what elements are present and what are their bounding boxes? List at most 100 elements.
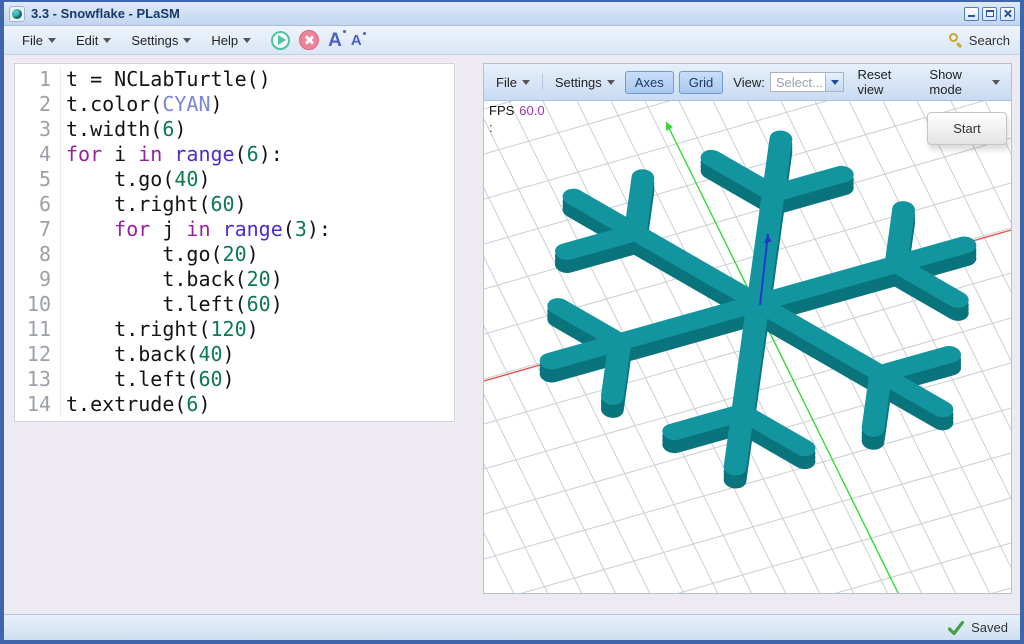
code-text: t.go(40) (61, 167, 211, 192)
window-title: 3.3 - Snowflake - PLaSM (31, 6, 180, 21)
grid-line (484, 101, 518, 593)
line-number: 3 (15, 117, 61, 142)
code-text: t.back(40) (61, 342, 235, 367)
maximize-button[interactable] (982, 7, 997, 21)
grid-line (917, 101, 1011, 593)
code-text: t.color(CYAN) (61, 92, 223, 117)
code-line[interactable]: 3t.width(6) (15, 117, 454, 142)
chevron-down-icon (992, 80, 1000, 85)
close-icon (1003, 9, 1012, 18)
code-text: for i in range(6): (61, 142, 283, 167)
close-button[interactable] (1000, 7, 1015, 21)
fps-sub-readout: : (489, 120, 493, 135)
code-line[interactable]: 4for i in range(6): (15, 142, 454, 167)
code-text: t.go(20) (61, 242, 259, 267)
line-number: 2 (15, 92, 61, 117)
code-line[interactable]: 6 t.right(60) (15, 192, 454, 217)
code-text: for j in range(3): (61, 217, 331, 242)
line-number: 5 (15, 167, 61, 192)
toolbar-separator (542, 74, 543, 90)
line-number: 14 (15, 392, 61, 417)
maximize-icon (986, 10, 994, 17)
view-select-trigger[interactable] (825, 73, 843, 91)
code-text: t.extrude(6) (61, 392, 211, 417)
chevron-down-icon (522, 80, 530, 85)
code-line[interactable]: 12 t.back(40) (15, 342, 454, 367)
code-text: t.right(60) (61, 192, 247, 217)
start-button[interactable]: Start (927, 112, 1007, 145)
code-line[interactable]: 1t = NCLabTurtle() (15, 67, 454, 92)
viewer-canvas[interactable]: FPS60.0 : Start (484, 101, 1011, 593)
app-logo-icon (9, 6, 25, 22)
viewer-pane: File Settings Axes Grid View: Select... … (459, 55, 1020, 614)
application-window: 3.3 - Snowflake - PLaSM File Edit Settin… (0, 0, 1024, 644)
search-button[interactable]: Search (949, 33, 1010, 48)
grid-line (951, 101, 1011, 593)
code-lines: 1t = NCLabTurtle()2t.color(CYAN)3t.width… (15, 67, 454, 417)
menu-help[interactable]: Help (203, 29, 259, 52)
view-select-value: Select... (771, 73, 826, 91)
minimize-button[interactable] (964, 7, 979, 21)
menu-edit[interactable]: Edit (68, 29, 119, 52)
editor-pane: 1t = NCLabTurtle()2t.color(CYAN)3t.width… (4, 55, 459, 614)
grid-line (484, 588, 1011, 593)
line-number: 11 (15, 317, 61, 342)
line-number: 8 (15, 242, 61, 267)
menu-file[interactable]: File (14, 29, 64, 52)
code-text: t.width(6) (61, 117, 186, 142)
axes-toggle-button[interactable]: Axes (625, 71, 674, 94)
code-line[interactable]: 13 t.left(60) (15, 367, 454, 392)
viewer-toolbar: File Settings Axes Grid View: Select... … (484, 64, 1011, 101)
code-line[interactable]: 5 t.go(40) (15, 167, 454, 192)
line-number: 6 (15, 192, 61, 217)
menu-settings[interactable]: Settings (123, 29, 199, 52)
chevron-down-icon (183, 38, 191, 43)
saved-check-icon (948, 621, 964, 635)
code-line[interactable]: 11 t.right(120) (15, 317, 454, 342)
code-text: t = NCLabTurtle() (61, 67, 271, 92)
line-number: 7 (15, 217, 61, 242)
code-text: t.back(20) (61, 267, 283, 292)
run-button[interactable] (271, 31, 290, 50)
code-line[interactable]: 8 t.go(20) (15, 242, 454, 267)
grid-toggle-button[interactable]: Grid (679, 71, 724, 94)
code-line[interactable]: 7 for j in range(3): (15, 217, 454, 242)
code-line[interactable]: 9 t.back(20) (15, 267, 454, 292)
line-number: 4 (15, 142, 61, 167)
line-number: 13 (15, 367, 61, 392)
view-select[interactable]: Select... (770, 72, 845, 92)
grid-line (484, 453, 1011, 593)
menu-bar: File Edit Settings Help A A Search (4, 26, 1020, 55)
line-number: 1 (15, 67, 61, 92)
minimize-icon (968, 15, 975, 17)
fps-readout: FPS60.0 (489, 103, 545, 118)
chevron-down-icon (103, 38, 111, 43)
viewer-menu-file[interactable]: File (491, 72, 535, 93)
code-text: t.left(60) (61, 367, 235, 392)
chevron-down-icon (243, 38, 251, 43)
search-icon (949, 33, 963, 47)
code-line[interactable]: 14t.extrude(6) (15, 392, 454, 417)
reset-view-button[interactable]: Reset view (849, 64, 920, 100)
code-line[interactable]: 2t.color(CYAN) (15, 92, 454, 117)
grid-line (985, 101, 1011, 593)
code-text: t.left(60) (61, 292, 283, 317)
line-number: 9 (15, 267, 61, 292)
view-label: View: (733, 75, 765, 90)
code-text: t.right(120) (61, 317, 259, 342)
saved-status-label: Saved (971, 620, 1008, 635)
stop-button[interactable] (299, 30, 319, 50)
show-mode-menu[interactable]: Show mode (925, 64, 1004, 100)
line-number: 10 (15, 292, 61, 317)
code-editor[interactable]: 1t = NCLabTurtle()2t.color(CYAN)3t.width… (14, 63, 455, 422)
font-decrease-button[interactable]: A (351, 33, 362, 48)
fps-value: 60.0 (519, 103, 544, 118)
line-number: 12 (15, 342, 61, 367)
chevron-down-icon (831, 80, 839, 85)
viewer-panel: File Settings Axes Grid View: Select... … (483, 63, 1012, 594)
font-increase-button[interactable]: A (328, 31, 342, 50)
scene-svg (484, 101, 1011, 593)
viewer-menu-settings[interactable]: Settings (550, 72, 620, 93)
code-line[interactable]: 10 t.left(60) (15, 292, 454, 317)
status-bar: Saved (4, 614, 1020, 640)
